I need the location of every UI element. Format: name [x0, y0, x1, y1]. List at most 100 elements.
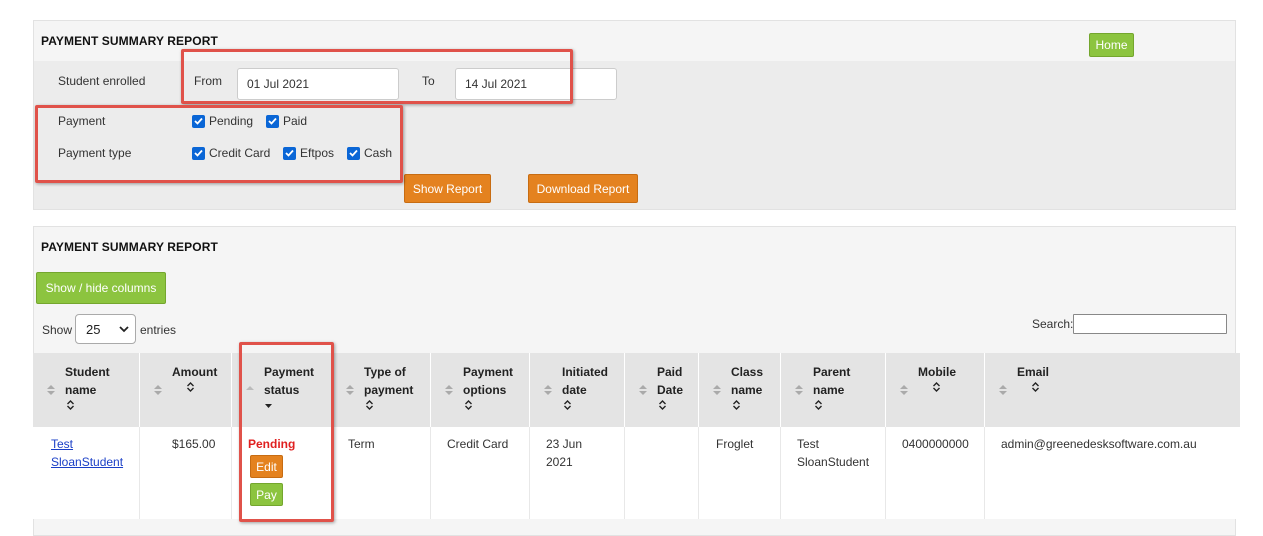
sort-both-icon[interactable] — [712, 383, 722, 397]
column-header-paid-date[interactable]: Paid Date — [625, 353, 699, 427]
chevron-updown-icon[interactable] — [563, 399, 572, 411]
column-header-mobile[interactable]: Mobile — [886, 353, 985, 427]
column-header-label: options — [463, 383, 507, 397]
cell-payment-options: Credit Card — [431, 427, 530, 519]
chevron-updown-icon[interactable] — [66, 399, 75, 411]
checkmark-icon — [266, 114, 279, 128]
column-header-label: Mobile — [918, 365, 956, 379]
column-header-label: Initiated — [562, 365, 609, 379]
column-header-class-name[interactable]: Class name — [699, 353, 781, 427]
checkmark-icon — [192, 146, 205, 160]
sort-both-icon[interactable] — [638, 383, 648, 397]
show-hide-columns-button[interactable]: Show / hide columns — [36, 272, 166, 304]
chevron-updown-icon[interactable] — [464, 399, 473, 411]
sort-both-icon[interactable] — [46, 383, 56, 397]
eftpos-checkbox[interactable]: Eftpos — [283, 146, 334, 160]
download-report-button[interactable]: Download Report — [528, 174, 638, 203]
chevron-updown-icon[interactable] — [365, 399, 374, 411]
credit-card-checkbox[interactable]: Credit Card — [192, 146, 270, 160]
cell-email: admin@greenedesksoftware.com.au — [985, 427, 1240, 519]
sort-both-icon[interactable] — [444, 383, 454, 397]
column-header-label: name — [813, 383, 845, 397]
cell-class-name: Froglet — [699, 427, 781, 519]
edit-button[interactable]: Edit — [250, 455, 283, 478]
column-header-label: date — [562, 383, 587, 397]
home-button[interactable]: Home — [1089, 33, 1134, 57]
to-date-input[interactable] — [455, 68, 617, 100]
sort-desc-icon[interactable] — [264, 401, 273, 413]
checkmark-icon — [283, 146, 296, 160]
column-header-payment-options[interactable]: Payment options — [431, 353, 530, 427]
column-header-label: Amount — [172, 365, 218, 379]
sort-asc-icon[interactable] — [245, 383, 255, 397]
column-header-label: Payment — [463, 365, 514, 379]
chevron-updown-icon[interactable] — [1031, 381, 1040, 393]
cell-parent-name: Test SloanStudent — [781, 427, 886, 519]
column-header-label: Payment — [264, 365, 315, 379]
cell-initiated-date: 23 Jun 2021 — [530, 427, 625, 519]
column-header-label: name — [65, 383, 97, 397]
entries-label: entries — [140, 323, 177, 337]
column-header-label: status — [264, 383, 300, 397]
from-date-input[interactable] — [237, 68, 399, 100]
chevron-updown-icon[interactable] — [932, 381, 941, 393]
column-header-label: Email — [1017, 365, 1050, 379]
show-report-button[interactable]: Show Report — [404, 174, 491, 203]
column-header-label: Type of — [364, 365, 406, 379]
eftpos-checkbox-label: Eftpos — [300, 146, 335, 160]
sort-both-icon[interactable] — [998, 383, 1008, 397]
payment-label: Payment — [58, 114, 106, 128]
chevron-updown-icon[interactable] — [658, 399, 667, 411]
type-value: Term — [348, 437, 375, 451]
entries-select[interactable]: 25 — [75, 314, 136, 344]
sort-both-icon[interactable] — [153, 383, 163, 397]
cash-checkbox-label: Cash — [364, 146, 393, 160]
cash-checkbox[interactable]: Cash — [347, 146, 392, 160]
cell-paid-date — [625, 427, 699, 519]
column-header-payment-status[interactable]: Payment status — [232, 353, 332, 427]
student-name-link[interactable]: Test SloanStudent — [51, 437, 123, 469]
chevron-updown-icon[interactable] — [732, 399, 741, 411]
chevron-updown-icon[interactable] — [814, 399, 823, 411]
sort-both-icon[interactable] — [794, 383, 804, 397]
initiated-date-value: 23 Jun 2021 — [546, 437, 583, 469]
pending-checkbox[interactable]: Pending — [192, 114, 253, 128]
column-header-student-name[interactable]: Student name — [33, 353, 140, 427]
column-header-label: Parent — [813, 365, 851, 379]
column-header-amount[interactable]: Amount — [140, 353, 232, 427]
from-label: From — [194, 74, 222, 88]
table-header: Student name Amount Payment status Type of pay… — [33, 353, 1240, 427]
search-input[interactable] — [1073, 314, 1227, 334]
credit-card-checkbox-label: Credit Card — [209, 146, 271, 160]
payment-type-label: Payment type — [58, 146, 132, 160]
sort-both-icon[interactable] — [899, 383, 909, 397]
entries-select-value: 25 — [86, 321, 101, 337]
column-header-type-of-payment[interactable]: Type of payment — [332, 353, 431, 427]
column-header-label: payment — [364, 383, 414, 397]
filter-panel-title: PAYMENT SUMMARY REPORT — [41, 34, 218, 48]
cell-mobile: 0400000000 — [886, 427, 985, 519]
checkmark-icon — [347, 146, 360, 160]
report-panel-title: PAYMENT SUMMARY REPORT — [41, 240, 218, 254]
paid-checkbox-label: Paid — [283, 114, 308, 128]
student-enrolled-label: Student enrolled — [58, 74, 146, 88]
pay-button[interactable]: Pay — [250, 483, 283, 506]
column-header-parent-name[interactable]: Parent name — [781, 353, 886, 427]
column-header-initiated-date[interactable]: Initiated date — [530, 353, 625, 427]
cell-student-name: Test SloanStudent — [33, 427, 140, 519]
checkmark-icon — [192, 114, 205, 128]
paid-checkbox[interactable]: Paid — [266, 114, 307, 128]
parent-name-value: Test SloanStudent — [797, 437, 870, 469]
column-header-email[interactable]: Email — [985, 353, 1240, 427]
to-label: To — [422, 74, 435, 88]
column-header-label: Paid — [657, 365, 683, 379]
sort-both-icon[interactable] — [345, 383, 355, 397]
column-header-label: Class — [731, 365, 764, 379]
table-row: Test SloanStudent $165.00 Pending Term Cr… — [33, 427, 1240, 519]
pending-checkbox-label: Pending — [209, 114, 254, 128]
chevron-down-icon — [119, 326, 129, 333]
column-header-label: Student — [65, 365, 110, 379]
show-label: Show — [42, 323, 73, 337]
sort-both-icon[interactable] — [543, 383, 553, 397]
chevron-updown-icon[interactable] — [186, 381, 195, 393]
